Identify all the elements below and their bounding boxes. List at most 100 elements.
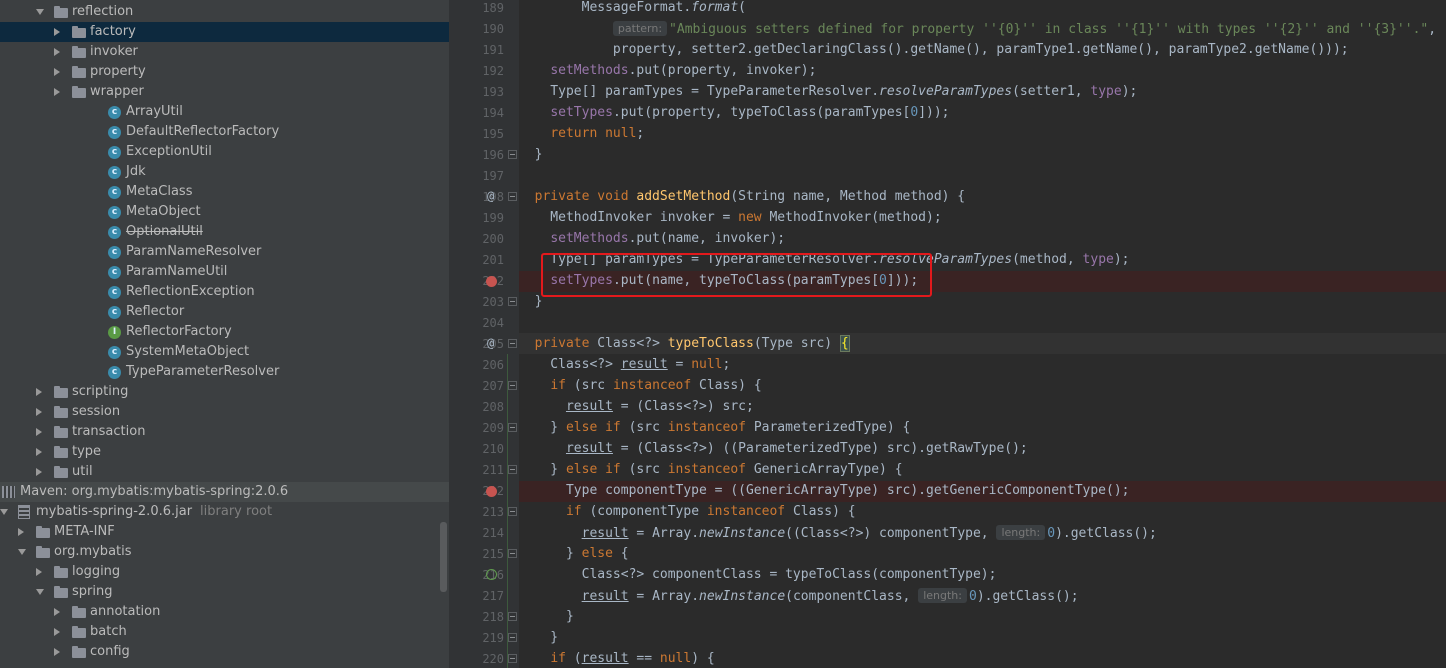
line-number[interactable]: 190 [449,22,504,36]
collapsed-arrow-icon[interactable] [36,388,42,396]
code-text[interactable]: } [519,607,1446,628]
tree-item-maven-org-mybatis-mybatis-spring-2-0-6[interactable]: Maven: org.mybatis:mybatis-spring:2.0.6 [0,482,449,502]
tree-item-batch[interactable]: batch [0,622,449,642]
collapsed-arrow-icon[interactable] [36,468,42,476]
line-number[interactable]: 200 [449,232,504,246]
line-number[interactable]: 194 [449,106,504,120]
breakpoint-icon[interactable] [486,486,497,497]
fold-marker-icon[interactable] [508,654,517,663]
code-line[interactable]: 207 if (src instanceof Class) { [449,376,1446,397]
code-line[interactable]: 203 } [449,292,1446,313]
code-text[interactable]: Class<?> componentClass = typeToClass(co… [519,565,1446,586]
code-text[interactable]: setTypes.put(property, typeToClass(param… [519,103,1446,124]
code-text[interactable]: Type[] paramTypes = TypeParameterResolve… [519,82,1446,103]
line-number[interactable]: 208 [449,400,504,414]
code-line[interactable]: 201 Type[] paramTypes = TypeParameterRes… [449,250,1446,271]
code-line[interactable]: 194 setTypes.put(property, typeToClass(p… [449,103,1446,124]
line-number[interactable]: 196 [449,148,504,162]
fold-marker-icon[interactable] [508,633,517,642]
tree-item-reflectorfactory[interactable]: I ReflectorFactory [0,322,449,342]
code-text[interactable]: private Class<?> typeToClass(Type src) { [519,334,1446,355]
tree-item-systemmetaobject[interactable]: c SystemMetaObject [0,342,449,362]
code-line[interactable]: 191 property, setter2.getDeclaringClass(… [449,40,1446,61]
collapsed-arrow-icon[interactable] [54,48,60,56]
code-line[interactable]: 218 } [449,607,1446,628]
expanded-arrow-icon[interactable] [36,9,44,15]
tree-item-metaclass[interactable]: c MetaClass [0,182,449,202]
tree-item-logging[interactable]: logging [0,562,449,582]
tree-item-typeparameterresolver[interactable]: c TypeParameterResolver [0,362,449,382]
tree-item-transaction[interactable]: transaction [0,422,449,442]
collapsed-arrow-icon[interactable] [36,568,42,576]
code-text[interactable]: MessageFormat.format( [519,0,1446,19]
line-number[interactable]: 209 [449,421,504,435]
tree-item-wrapper[interactable]: wrapper [0,82,449,102]
collapsed-arrow-icon[interactable] [54,608,60,616]
line-number[interactable]: 198 [449,190,504,204]
line-number[interactable]: 219 [449,631,504,645]
code-line[interactable]: 202 setTypes.put(name, typeToClass(param… [449,271,1446,292]
code-text[interactable]: return null; [519,124,1446,145]
code-text[interactable]: } [519,628,1446,649]
code-text[interactable]: } [519,292,1446,313]
tree-item-paramnameresolver[interactable]: c ParamNameResolver [0,242,449,262]
code-line[interactable]: 213 if (componentType instanceof Class) … [449,502,1446,523]
code-line[interactable]: 208 result = (Class<?>) src; [449,397,1446,418]
code-text[interactable]: property, setter2.getDeclaringClass().ge… [519,40,1446,61]
line-number[interactable]: 195 [449,127,504,141]
tree-item-meta-inf[interactable]: META-INF [0,522,449,542]
tree-item-org-mybatis[interactable]: org.mybatis [0,542,449,562]
line-number[interactable]: 191 [449,43,504,57]
line-number[interactable]: 211 [449,463,504,477]
collapsed-arrow-icon[interactable] [54,648,60,656]
tree-item-reflector[interactable]: c Reflector [0,302,449,322]
tree-item-jdk[interactable]: c Jdk [0,162,449,182]
tree-item-metaobject[interactable]: c MetaObject [0,202,449,222]
collapsed-arrow-icon[interactable] [54,88,60,96]
code-text[interactable]: } else if (src instanceof ParameterizedT… [519,418,1446,439]
code-text[interactable]: private void addSetMethod(String name, M… [519,187,1446,208]
line-number[interactable]: 199 [449,211,504,225]
collapsed-arrow-icon[interactable] [54,68,60,76]
code-line[interactable]: 195 return null; [449,124,1446,145]
fold-marker-icon[interactable] [508,192,517,201]
fold-marker-icon[interactable] [508,612,517,621]
code-line[interactable]: 206 Class<?> result = null; [449,355,1446,376]
collapsed-arrow-icon[interactable] [36,428,42,436]
fold-marker-icon[interactable] [508,297,517,306]
code-text[interactable]: } else if (src instanceof GenericArrayTy… [519,460,1446,481]
code-line[interactable]: 205 @ private Class<?> typeToClass(Type s… [449,334,1446,355]
line-number[interactable]: 213 [449,505,504,519]
code-text[interactable]: Type componentType = ((GenericArrayType)… [519,481,1446,502]
tree-item-paramnameutil[interactable]: c ParamNameUtil [0,262,449,282]
code-line[interactable]: 199 MethodInvoker invoker = new MethodIn… [449,208,1446,229]
code-text[interactable]: setTypes.put(name, typeToClass(paramType… [519,271,1446,292]
code-text[interactable]: result = (Class<?>) src; [519,397,1446,418]
code-line[interactable]: 209 } else if (src instanceof Parameteri… [449,418,1446,439]
collapsed-arrow-icon[interactable] [36,448,42,456]
tree-item-optionalutil[interactable]: c OptionalUtil [0,222,449,242]
fold-marker-icon[interactable] [508,549,517,558]
tree-item-annotation[interactable]: annotation [0,602,449,622]
code-line[interactable]: 189 MessageFormat.format( [449,0,1446,19]
code-line[interactable]: 196 } [449,145,1446,166]
project-tree-scrollbar[interactable] [440,522,447,592]
code-text[interactable] [519,166,1446,187]
code-line[interactable]: 193 Type[] paramTypes = TypeParameterRes… [449,82,1446,103]
tree-item-factory[interactable]: factory [0,22,449,42]
code-text[interactable]: setMethods.put(name, invoker); [519,229,1446,250]
tree-item-session[interactable]: session [0,402,449,422]
line-number[interactable]: 203 [449,295,504,309]
tree-item-scripting[interactable]: scripting [0,382,449,402]
line-number[interactable]: 193 [449,85,504,99]
code-text[interactable]: pattern: "Ambiguous setters defined for p… [519,19,1446,40]
code-text[interactable]: result = Array.newInstance(componentClas… [519,586,1446,607]
code-text[interactable]: if (result == null) { [519,649,1446,668]
tree-item-invoker[interactable]: invoker [0,42,449,62]
tree-item-property[interactable]: property [0,62,449,82]
code-text[interactable]: } [519,145,1446,166]
code-line[interactable]: 192 setMethods.put(property, invoker); [449,61,1446,82]
line-number[interactable]: 218 [449,610,504,624]
code-text[interactable]: if (componentType instanceof Class) { [519,502,1446,523]
code-text[interactable]: if (src instanceof Class) { [519,376,1446,397]
